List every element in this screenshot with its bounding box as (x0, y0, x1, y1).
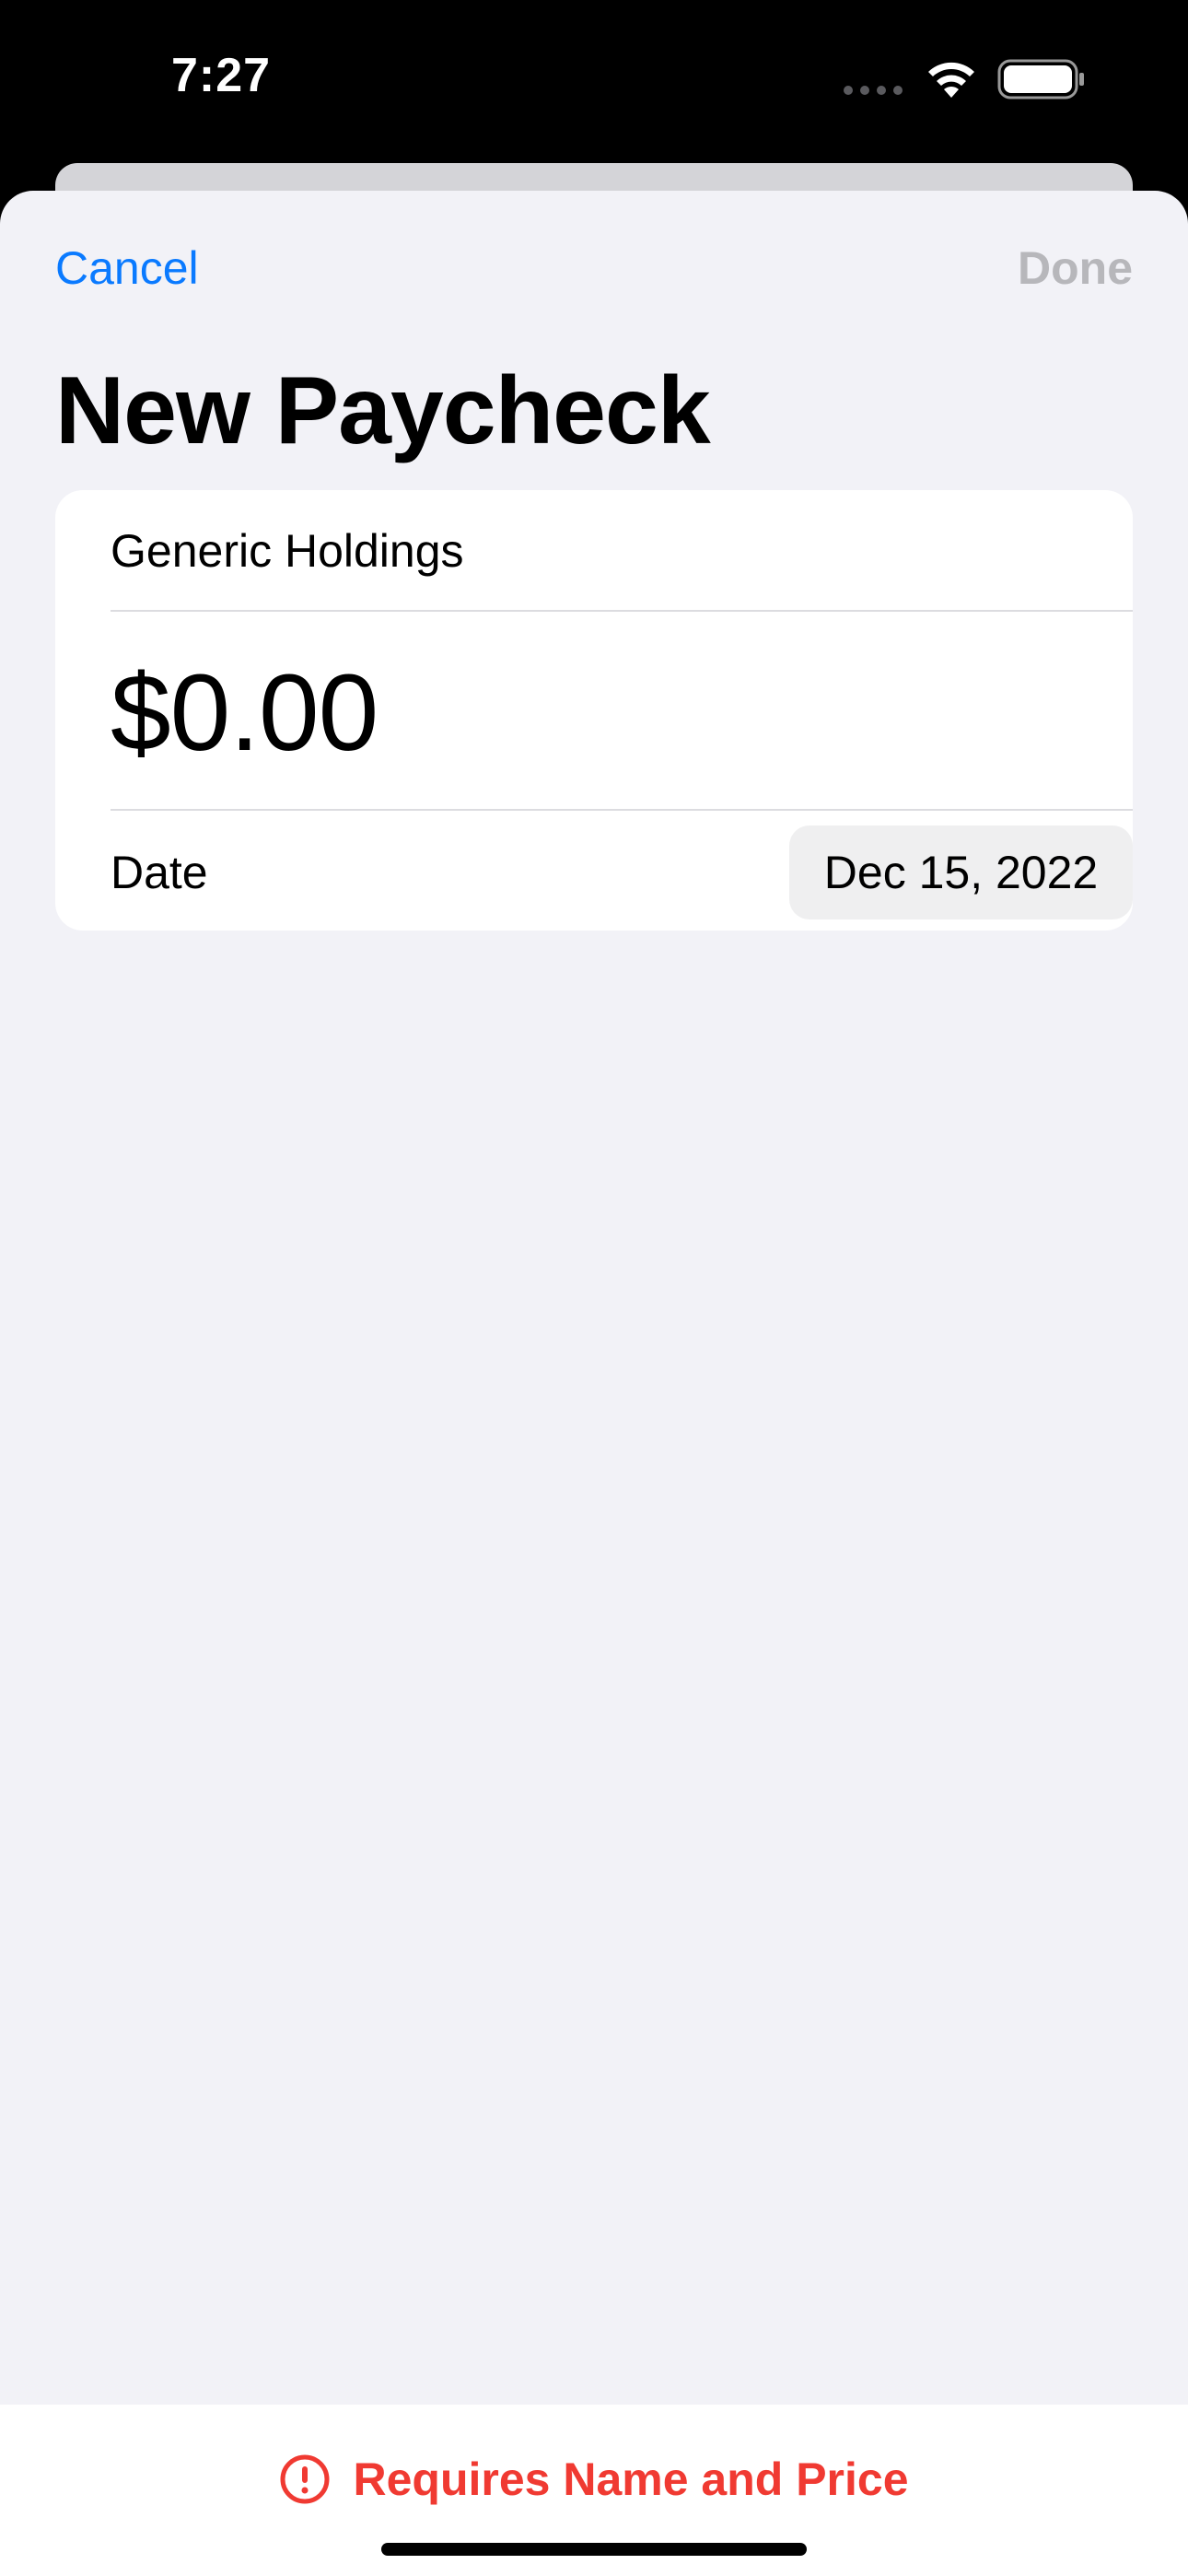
home-indicator[interactable] (381, 2543, 807, 2556)
amount-field-value: $0.00 (111, 652, 379, 774)
cellular-signal-icon (844, 86, 903, 95)
status-bar: 7:27 (0, 0, 1188, 157)
screen: 7:27 Cancel Done New Paycheck Generic Ho… (0, 0, 1188, 2576)
page-title: New Paycheck (55, 357, 711, 464)
battery-icon (997, 59, 1084, 100)
bottom-bar: Requires Name and Price (0, 2405, 1188, 2576)
status-time: 7:27 (171, 49, 272, 102)
name-field[interactable]: Generic Holdings (111, 490, 1133, 612)
date-picker-button[interactable]: Dec 15, 2022 (789, 825, 1133, 919)
wifi-icon (928, 62, 974, 98)
date-row: Date Dec 15, 2022 (111, 811, 1133, 931)
name-field-value: Generic Holdings (111, 525, 464, 577)
cancel-button[interactable]: Cancel (55, 241, 199, 295)
validation-warning-text: Requires Name and Price (353, 2453, 909, 2505)
date-label: Date (111, 847, 208, 898)
validation-warning: Requires Name and Price (0, 2453, 1188, 2506)
done-button[interactable]: Done (1018, 241, 1133, 295)
paycheck-form: Generic Holdings $0.00 Date Dec 15, 2022 (55, 490, 1133, 931)
exclamation-circle-icon (280, 2454, 330, 2504)
new-paycheck-sheet: Cancel Done New Paycheck Generic Holding… (0, 191, 1188, 2576)
amount-field[interactable]: $0.00 (111, 612, 1133, 811)
